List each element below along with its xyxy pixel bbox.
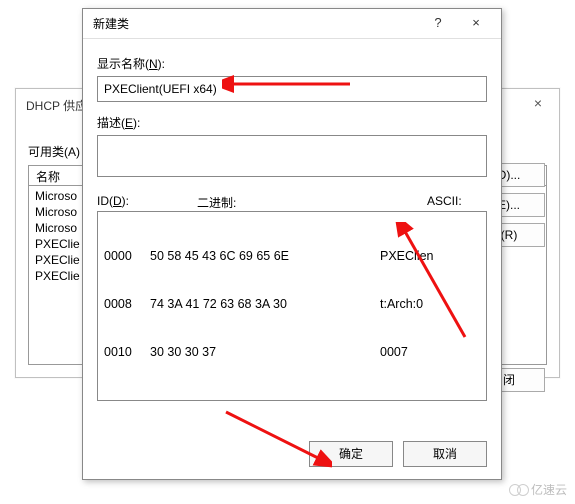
dhcp-dialog-title: DHCP 供应 [26,97,87,114]
watermark-logo-icon [517,484,529,496]
close-icon[interactable]: × [459,12,493,36]
dialog-title: 新建类 [93,15,129,32]
list-header-name: 名称 [36,168,60,185]
hex-row: 000874 3A 41 72 63 68 3A 30t:Arch:0 [104,296,480,312]
description-label: 描述(E): [97,114,487,131]
hex-row: 001030 30 30 370007 [104,344,480,360]
ascii-label: ASCII: [397,194,487,211]
close-icon[interactable]: × [523,95,553,117]
hex-editor[interactable]: 000050 58 45 43 6C 69 65 6EPXEClien 0008… [97,211,487,401]
binary-label: 二进制: [197,194,397,211]
watermark-text: 亿速云 [531,481,567,498]
new-class-dialog: 新建类 ? × 显示名称(N): 描述(E): ID(D): 二进制: ASCI… [82,8,502,480]
cancel-button[interactable]: 取消 [403,441,487,467]
description-input[interactable] [97,135,487,177]
help-icon[interactable]: ? [421,12,455,36]
watermark: 亿速云 [509,481,567,498]
id-label: ID(D): [97,194,197,211]
available-classes-label: 可用类(A) [28,143,80,160]
display-name-label: 显示名称(N): [97,55,487,72]
ok-button[interactable]: 确定 [309,441,393,467]
titlebar: 新建类 ? × [83,9,501,39]
hex-row: 000050 58 45 43 6C 69 65 6EPXEClien [104,248,480,264]
display-name-input[interactable] [97,76,487,102]
